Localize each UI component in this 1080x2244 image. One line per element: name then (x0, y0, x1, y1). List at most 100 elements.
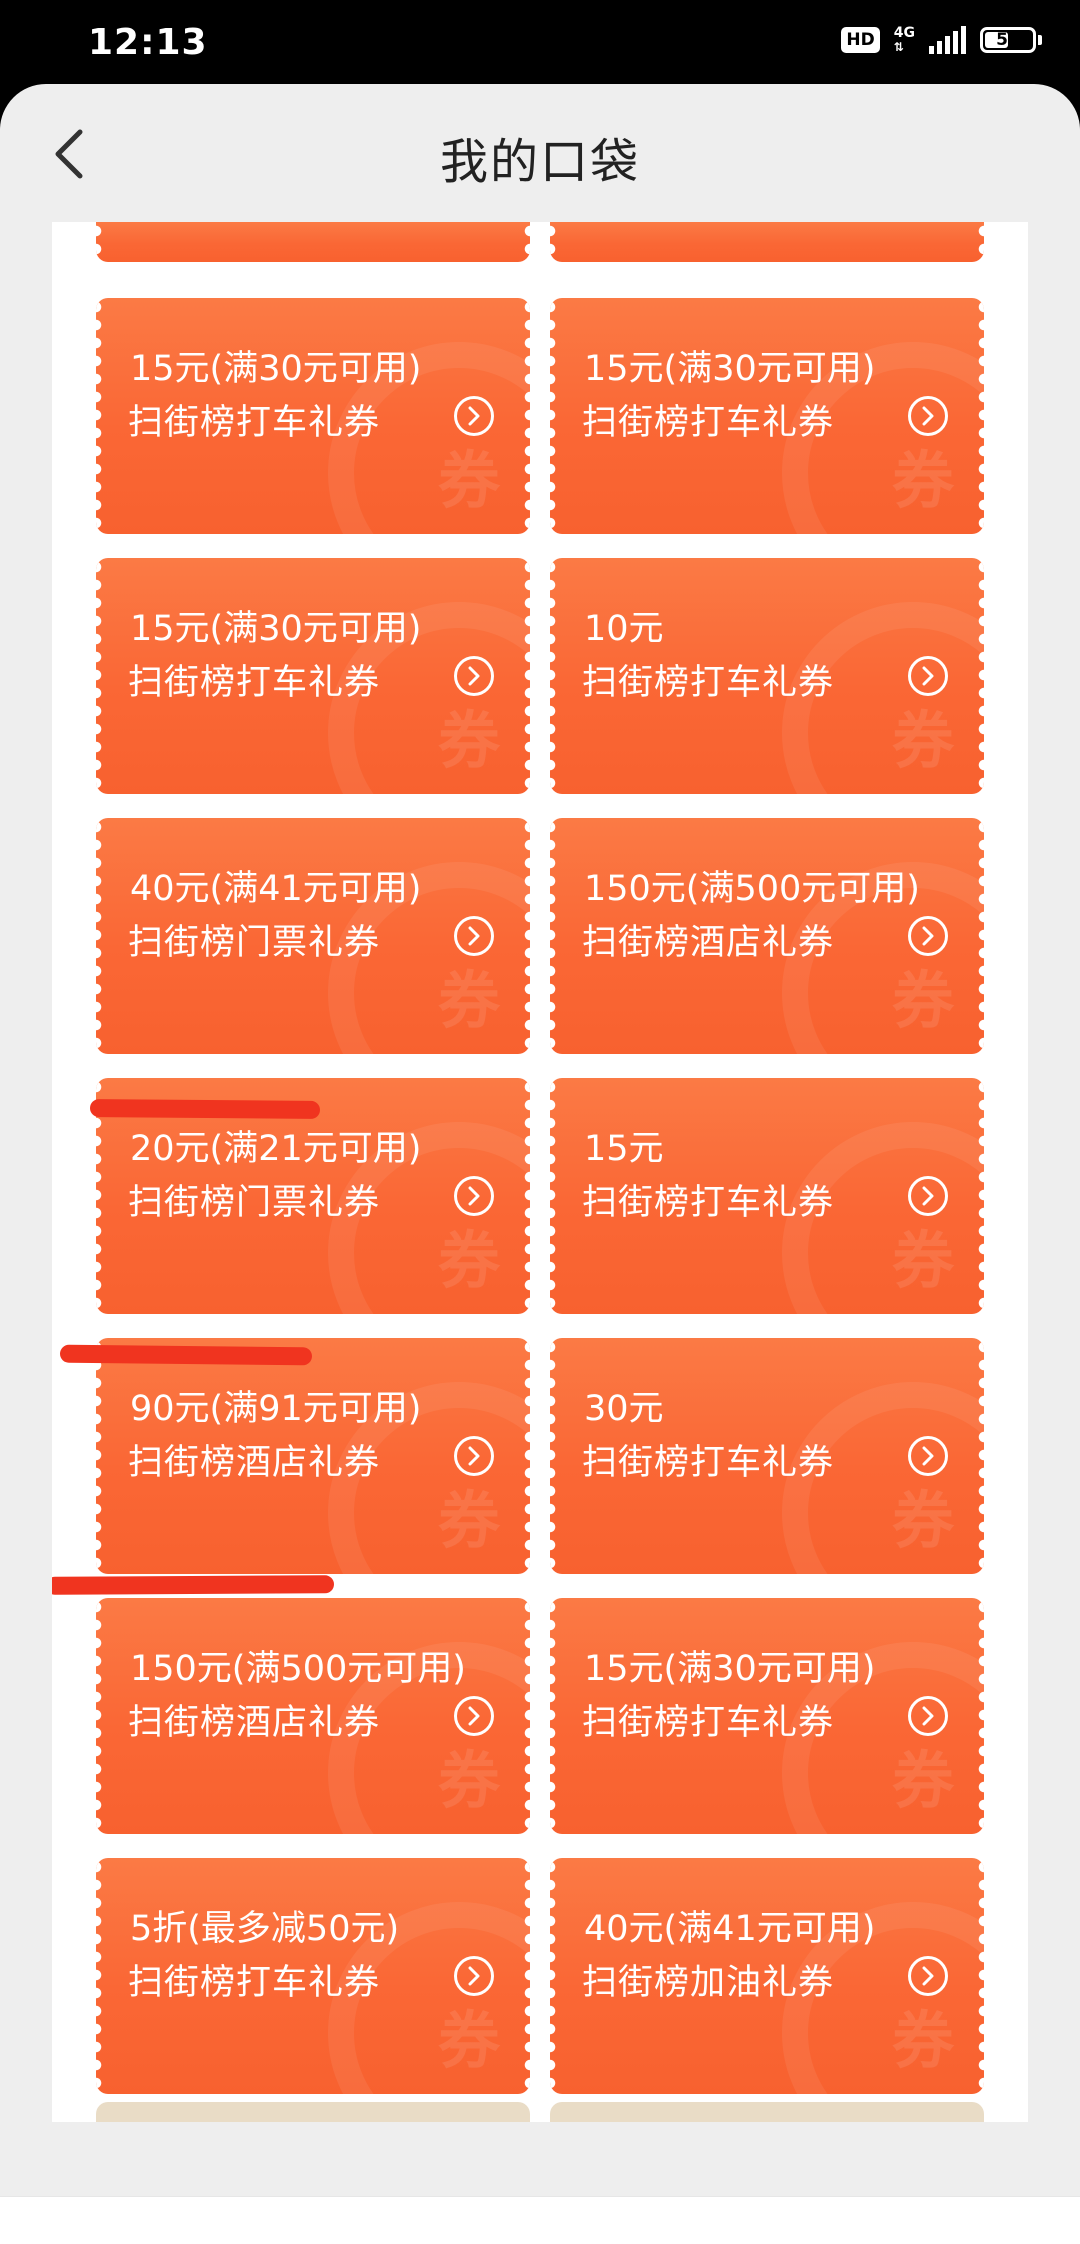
coupon-amount: 150元(满500元可用) (584, 869, 920, 909)
chevron-right-circle-icon (468, 666, 480, 686)
coupon-amount: 40元(满41元可用) (130, 869, 422, 909)
chevron-right-circle-icon (922, 1966, 934, 1986)
chevron-right-circle-icon (468, 1706, 480, 1726)
coupon-name: 扫街榜酒店礼券 (128, 1443, 381, 1483)
coupon-name: 扫街榜门票礼券 (128, 923, 381, 963)
coupon-watermark: 券 (891, 1224, 954, 1297)
coupon-watermark: 券 (891, 1744, 954, 1817)
chevron-right-circle-icon (468, 926, 480, 946)
status-icons: HD 4G ⇅ 51 (841, 26, 1042, 54)
hd-badge: HD (841, 27, 880, 53)
coupon-amount: 10元 (584, 609, 664, 649)
coupon-watermark: 券 (437, 1484, 500, 1557)
battery-percent: 51 (996, 30, 1020, 50)
signal-icon (929, 26, 966, 54)
chevron-right-circle-icon (468, 406, 480, 426)
chevron-right-circle-icon (922, 926, 934, 946)
coupon-name: 扫街榜酒店礼券 (128, 1703, 381, 1743)
coupon-detail-button[interactable] (908, 656, 948, 696)
network-indicator: 4G ⇅ (894, 26, 915, 54)
coupon-card[interactable]: 券 15元(满30元可用) 扫街榜打车礼券 (96, 298, 530, 534)
navigation-bar (0, 2196, 1080, 2244)
coupon-amount: 150元(满500元可用) (130, 1649, 466, 1689)
coupon-amount: 30元 (584, 1389, 664, 1429)
coupon-watermark: 券 (891, 1484, 954, 1557)
coupon-detail-button[interactable] (454, 916, 494, 956)
coupon-detail-button[interactable] (908, 1956, 948, 1996)
coupon-amount: 5折(最多减50元) (130, 1909, 400, 1949)
coupon-name: 扫街榜打车礼券 (582, 1703, 835, 1743)
coupon-amount: 15元(满30元可用) (584, 349, 876, 389)
coupon-watermark: 券 (437, 1744, 500, 1817)
coupon-card[interactable]: 券 150元(满500元可用) 扫街榜酒店礼券 (550, 818, 984, 1054)
chevron-right-circle-icon (468, 1446, 480, 1466)
coupon-card[interactable]: 券 40元(满41元可用) 扫街榜加油礼券 (550, 1858, 984, 2094)
coupon-detail-button[interactable] (454, 1956, 494, 1996)
coupon-watermark: 券 (437, 1224, 500, 1297)
nav-back-button[interactable] (734, 2237, 794, 2244)
coupon-card[interactable]: 券 15元(满30元可用) 扫街榜打车礼券 (550, 298, 984, 534)
chevron-right-circle-icon (468, 1186, 480, 1206)
coupon-amount: 40元(满41元可用) (584, 1909, 876, 1949)
coupon-detail-button[interactable] (908, 916, 948, 956)
coupon-name: 扫街榜打车礼券 (582, 1183, 835, 1223)
coupon-name: 扫街榜打车礼券 (582, 663, 835, 703)
coupon-watermark: 券 (891, 704, 954, 777)
coupon-amount: 90元(满91元可用) (130, 1389, 422, 1429)
data-arrows-icon: ⇅ (893, 40, 904, 54)
coupon-card[interactable]: 券 90元(满91元可用) 扫街榜酒店礼券 (96, 1338, 530, 1574)
coupon-card-partial[interactable] (96, 222, 530, 262)
coupon-card[interactable]: 券 5折(最多减50元) 扫街榜打车礼券 (96, 1858, 530, 2094)
battery-icon: 51 (980, 27, 1042, 53)
coupon-list[interactable]: 券 15元(满30元可用) 扫街榜打车礼券券 15元(满30元可用) 扫街榜打车礼券券 1… (52, 222, 1028, 2122)
coupon-detail-button[interactable] (454, 656, 494, 696)
red-scribble-mark (52, 1575, 335, 1595)
coupon-card[interactable]: 券 30元扫街榜打车礼券 (550, 1338, 984, 1574)
coupon-detail-button[interactable] (454, 1696, 494, 1736)
coupon-card[interactable]: 券 15元(满30元可用) 扫街榜打车礼券 (550, 1598, 984, 1834)
coupon-card[interactable]: 券 150元(满500元可用) 扫街榜酒店礼券 (96, 1598, 530, 1834)
chevron-right-circle-icon (468, 1966, 480, 1986)
coupon-amount: 15元(满30元可用) (130, 609, 422, 649)
coupon-watermark: 券 (437, 2004, 500, 2077)
chevron-right-circle-icon (922, 1446, 934, 1466)
status-time: 12:13 (88, 22, 208, 63)
coupon-detail-button[interactable] (908, 1436, 948, 1476)
status-bar: 12:13 HD 4G ⇅ 51 (0, 0, 1080, 96)
menu-button[interactable] (284, 2237, 344, 2244)
coupon-card-partial[interactable] (550, 2102, 984, 2122)
coupon-detail-button[interactable] (908, 1696, 948, 1736)
coupon-detail-button[interactable] (908, 1176, 948, 1216)
coupon-card[interactable]: 券 15元(满30元可用) 扫街榜打车礼券 (96, 558, 530, 794)
chevron-right-circle-icon (922, 406, 934, 426)
coupon-detail-button[interactable] (908, 396, 948, 436)
home-button[interactable] (508, 2237, 568, 2244)
coupon-detail-button[interactable] (454, 396, 494, 436)
red-scribble-mark (59, 1344, 313, 1366)
coupon-name: 扫街榜打车礼券 (128, 1963, 381, 2003)
header: 我的口袋 (0, 84, 1080, 222)
coupon-amount: 20元(满21元可用) (130, 1129, 422, 1169)
coupon-detail-button[interactable] (454, 1176, 494, 1216)
coupon-name: 扫街榜打车礼券 (582, 1443, 835, 1483)
chevron-right-circle-icon (922, 1186, 934, 1206)
coupon-card[interactable]: 券 40元(满41元可用) 扫街榜门票礼券 (96, 818, 530, 1054)
coupon-card[interactable]: 券 15元扫街榜打车礼券 (550, 1078, 984, 1314)
network-type: 4G (893, 25, 915, 41)
coupon-card-partial[interactable] (550, 222, 984, 262)
coupon-card-partial[interactable] (96, 2102, 530, 2122)
coupon-card[interactable]: 券 10元扫街榜打车礼券 (550, 558, 984, 794)
coupon-amount: 15元(满30元可用) (130, 349, 422, 389)
coupon-watermark: 券 (437, 964, 500, 1037)
coupon-name: 扫街榜门票礼券 (128, 1183, 381, 1223)
coupon-watermark: 券 (891, 964, 954, 1037)
coupon-name: 扫街榜加油礼券 (582, 1963, 835, 2003)
coupon-amount: 15元 (584, 1129, 664, 1169)
coupon-name: 扫街榜打车礼券 (128, 663, 381, 703)
coupon-watermark: 券 (891, 2004, 954, 2077)
coupon-amount: 15元(满30元可用) (584, 1649, 876, 1689)
chevron-right-circle-icon (922, 1706, 934, 1726)
coupon-detail-button[interactable] (454, 1436, 494, 1476)
chevron-right-circle-icon (922, 666, 934, 686)
coupon-watermark: 券 (891, 444, 954, 517)
